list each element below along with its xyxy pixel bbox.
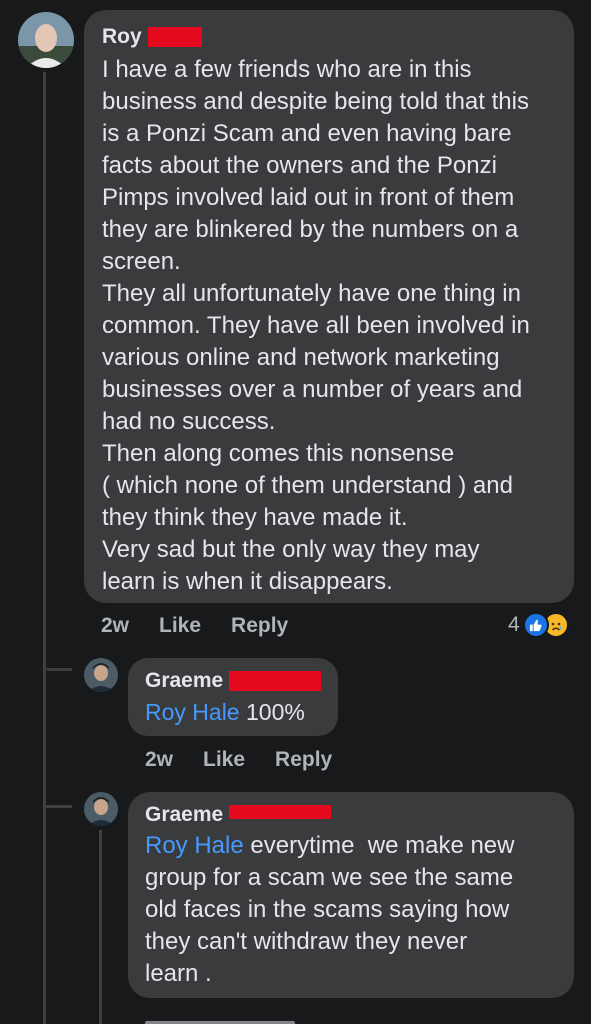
- reply-bubble: Graeme Roy Hale 100%: [128, 658, 338, 736]
- comment-actions: 2w Like Reply: [101, 614, 318, 638]
- comment-line: screen.: [102, 248, 181, 275]
- mention-link[interactable]: Roy Hale: [145, 699, 240, 725]
- redaction-bar: [229, 805, 332, 819]
- like-button[interactable]: Like: [203, 748, 245, 772]
- reply-line: learn .: [145, 960, 212, 987]
- comment-line: business and despite being told that thi…: [102, 88, 529, 115]
- comment-line: ( which none of them understand ) and: [102, 472, 513, 499]
- reply-bubble: Graeme Roy Hale everytime we make new gr…: [128, 792, 574, 998]
- redaction-bar: [147, 27, 202, 47]
- reply-line: they can't withdraw they never: [145, 928, 468, 955]
- author-name[interactable]: Roy: [102, 24, 142, 50]
- reply-connector: [46, 805, 72, 808]
- comment-line: They all unfortunately have one thing in: [102, 280, 521, 307]
- comment-line: common. They have all been involved in: [102, 312, 530, 339]
- comment-line: businesses over a number of years and: [102, 376, 523, 403]
- reply-connector: [46, 668, 72, 671]
- comment-text: I have a few friends who are in this bus…: [102, 54, 574, 598]
- mention-link[interactable]: Roy Hale: [145, 832, 244, 859]
- redaction-bar: [229, 671, 322, 691]
- avatar[interactable]: [84, 658, 118, 692]
- comment-line: they think they have made it.: [102, 504, 408, 531]
- reply-button[interactable]: Reply: [231, 614, 288, 638]
- reaction-count: 4: [508, 613, 520, 636]
- comment-line: learn is when it disappears.: [102, 568, 393, 595]
- comment-line: is a Ponzi Scam and even having bare: [102, 120, 512, 147]
- comment-line: Then along comes this nonsense: [102, 440, 455, 467]
- comment-author[interactable]: Roy: [102, 24, 574, 50]
- avatar[interactable]: [18, 12, 74, 68]
- reply-line: old faces in the scams saying how: [145, 896, 510, 923]
- reply-author[interactable]: Graeme: [145, 802, 574, 828]
- comment-line: Pimps involved laid out in front of them: [102, 184, 515, 211]
- reply-text: Roy Hale everytime we make new group for…: [145, 830, 574, 990]
- reply-text-content: 100%: [239, 699, 305, 725]
- reply-line: everytime we make new: [243, 832, 515, 859]
- author-name[interactable]: Graeme: [145, 802, 223, 828]
- timestamp[interactable]: 2w: [145, 748, 173, 772]
- author-name[interactable]: Graeme: [145, 668, 223, 694]
- comment-line: they are blinkered by the numbers on a: [102, 216, 519, 243]
- comment-line: I have a few friends who are in this: [102, 56, 472, 83]
- reaction-summary[interactable]: 4: [508, 612, 569, 638]
- like-button[interactable]: Like: [159, 614, 201, 638]
- reply-actions-cutoff: [145, 1012, 315, 1024]
- comment-bubble: Roy I have a few friends who are in this…: [84, 10, 574, 603]
- comment-line: had no success.: [102, 408, 276, 435]
- reply-text: Roy Hale 100%: [145, 696, 338, 728]
- reply-line: group for a scam we see the same: [145, 864, 514, 891]
- comment-line: facts about the owners and the Ponzi: [102, 152, 497, 179]
- reply-author[interactable]: Graeme: [145, 668, 338, 694]
- thread-line: [99, 830, 102, 1024]
- timestamp[interactable]: 2w: [101, 614, 129, 638]
- like-icon: [522, 612, 549, 638]
- comment-line: Very sad but the only way they may: [102, 536, 480, 563]
- comment-line: various online and network marketing: [102, 344, 500, 371]
- avatar[interactable]: [84, 792, 118, 826]
- reply-actions: 2w Like Reply: [145, 748, 362, 772]
- reply-button[interactable]: Reply: [275, 748, 332, 772]
- thread-line: [43, 72, 46, 1024]
